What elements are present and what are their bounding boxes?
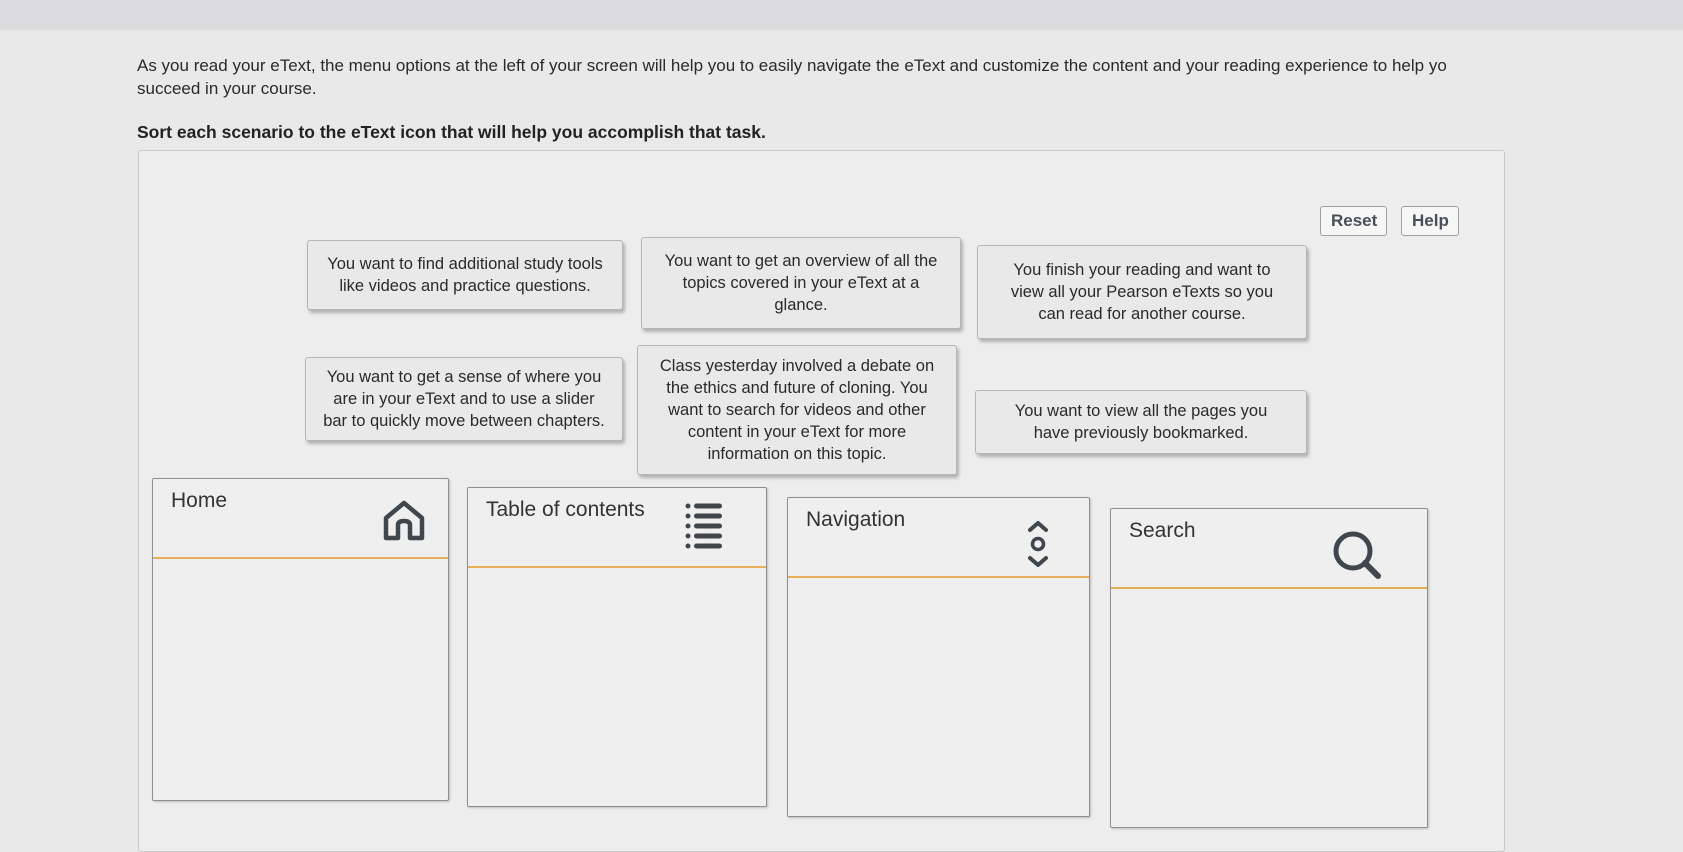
scenario-card-all-etexts[interactable]: You finish your reading and want to view… bbox=[977, 245, 1307, 339]
bin-navigation[interactable]: Navigation bbox=[787, 497, 1090, 817]
help-button[interactable]: Help bbox=[1401, 206, 1459, 236]
intro-line-2: succeed in your course. bbox=[137, 79, 317, 98]
list-icon bbox=[682, 500, 726, 561]
bin-table-of-contents[interactable]: Table of contents bbox=[467, 487, 767, 807]
scenario-card-bookmarks[interactable]: You want to view all the pages you have … bbox=[975, 390, 1307, 454]
scenario-text: You want to get an overview of all the t… bbox=[664, 252, 938, 314]
scenario-card-cloning-search[interactable]: Class yesterday involved a debate on the… bbox=[637, 345, 957, 475]
intro-text: As you read your eText, the menu options… bbox=[137, 54, 1677, 100]
intro-line-1: As you read your eText, the menu options… bbox=[137, 56, 1447, 75]
bin-search[interactable]: Search bbox=[1110, 508, 1428, 828]
bin-home[interactable]: Home bbox=[152, 478, 449, 801]
scenario-card-slider[interactable]: You want to get a sense of where you are… bbox=[305, 357, 623, 441]
bin-header: Search bbox=[1111, 509, 1427, 589]
scenario-text: You want to find additional study tools … bbox=[327, 255, 603, 295]
scenario-card-overview[interactable]: You want to get an overview of all the t… bbox=[641, 237, 961, 329]
bin-header: Home bbox=[153, 479, 448, 559]
navigation-icon bbox=[1023, 518, 1053, 575]
top-band bbox=[0, 0, 1683, 30]
instruction-text: Sort each scenario to the eText icon tha… bbox=[137, 122, 766, 142]
scenario-text: You want to view all the pages you have … bbox=[1014, 402, 1268, 442]
bin-title-search: Search bbox=[1129, 519, 1196, 542]
bin-title-navigation: Navigation bbox=[806, 508, 906, 531]
bin-header: Navigation bbox=[788, 498, 1089, 578]
scenario-text: Class yesterday involved a debate on the… bbox=[659, 357, 935, 463]
scenario-text: You want to get a sense of where you are… bbox=[323, 368, 605, 430]
home-icon bbox=[379, 495, 429, 550]
search-icon bbox=[1329, 527, 1385, 588]
bin-title-table-of-contents: Table of contents bbox=[486, 498, 645, 521]
scenario-text: You finish your reading and want to view… bbox=[1010, 261, 1274, 323]
scenario-card-study-tools[interactable]: You want to find additional study tools … bbox=[307, 240, 623, 310]
bin-title-home: Home bbox=[171, 489, 228, 512]
reset-button[interactable]: Reset bbox=[1320, 206, 1387, 236]
bin-header: Table of contents bbox=[468, 488, 766, 568]
